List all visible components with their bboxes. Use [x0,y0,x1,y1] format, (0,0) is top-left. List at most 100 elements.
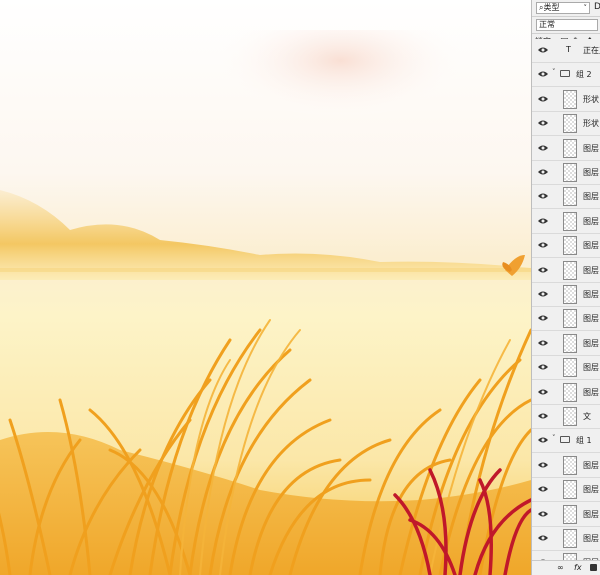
layer-name: 图层 [583,509,599,519]
layer-thumbnail [563,89,577,109]
eye-icon[interactable] [538,95,548,103]
layer-row[interactable]: 图层 [532,453,600,478]
eye-icon[interactable] [538,339,548,347]
layer-thumbnail [563,236,577,256]
layer-name: 组 1 [576,436,592,446]
blend-mode-select[interactable]: 正常 [536,19,598,31]
eye-icon[interactable] [538,290,548,298]
chevron-down-icon: ˅ [583,4,588,12]
layer-row[interactable]: 图层 [532,234,600,259]
layer-name: 图层 [583,338,599,348]
layer-row[interactable]: 图层 [532,185,600,210]
layer-row[interactable]: 图层 [532,478,600,503]
layer-row[interactable]: 图层 [532,209,600,234]
layer-row[interactable]: 图层 [532,258,600,283]
layer-name: 图层 [583,460,599,470]
layer-thumbnail [563,455,577,475]
layer-thumbnail [563,138,577,158]
layer-thumbnail [563,260,577,280]
chevron-down-icon[interactable]: ˅ [552,434,556,442]
layer-row[interactable]: 图层 [532,527,600,551]
layer-row[interactable]: 文 [532,405,600,429]
layers-panel: ⌕类型 ˅ D 正常 锁定: ▣ ✎ ✥ T正在又˅组 2形状形状图层图层图层图… [531,0,600,575]
layer-name: 组 2 [576,70,592,80]
add-mask-icon[interactable] [590,564,597,571]
eye-icon[interactable] [538,70,548,78]
layer-filter-value: 类型 [543,3,560,12]
layer-name: 形状 [583,94,599,104]
layer-thumbnail [563,407,577,426]
eye-icon[interactable] [538,314,548,322]
layer-filter-row: ⌕类型 ˅ D [532,0,600,17]
folder-icon [560,70,570,78]
eye-icon[interactable] [538,46,548,54]
layer-name: 图层 [583,143,599,153]
layer-row[interactable]: 图层 [532,502,600,527]
layer-thumbnail [563,358,577,378]
layer-row[interactable]: T 正在又 [532,39,600,63]
artwork-canvas[interactable] [0,0,531,575]
layer-row[interactable]: 图层 [532,380,600,405]
blend-mode-row: 正常 [532,17,600,34]
eye-icon[interactable] [538,534,548,542]
link-layers-icon[interactable]: ∞ [557,563,564,572]
layer-name: 图层 [583,534,599,543]
layer-thumbnail [563,211,577,231]
layer-thumbnail [563,480,577,500]
layer-thumbnail [563,333,577,353]
layer-row[interactable]: 图层 [532,307,600,332]
eye-icon[interactable] [538,510,548,518]
layer-name: 图层 [583,485,599,495]
layer-row[interactable]: 形状 [532,87,600,112]
eye-icon[interactable] [538,266,548,274]
eye-icon[interactable] [538,412,548,420]
eye-icon[interactable] [538,461,548,469]
eye-icon[interactable] [538,436,548,444]
layer-filter-extra-button[interactable]: D [594,2,600,12]
layer-filter-select[interactable]: ⌕类型 ˅ [536,2,590,14]
layer-name: 文 [583,412,591,421]
layer-thumbnail [563,285,577,304]
autumn-grass-artwork [0,0,531,575]
layer-list: T正在又˅组 2形状形状图层图层图层图层图层图层图层图层图层图层图层文˅组 1图… [532,39,600,575]
eye-icon[interactable] [538,119,548,127]
layer-name: 图层 [583,290,599,299]
eye-icon[interactable] [538,144,548,152]
layer-row[interactable]: 形状 [532,112,600,137]
eye-icon[interactable] [538,192,548,200]
layer-name: 图层 [583,387,599,397]
layer-thumbnail [563,382,577,402]
eye-icon[interactable] [538,241,548,249]
eye-icon[interactable] [538,217,548,225]
layer-row[interactable]: 图层 [532,356,600,381]
layer-name: 图层 [583,168,599,177]
layer-name: 图层 [583,216,599,226]
fx-button[interactable]: fx [574,563,582,572]
folder-icon [560,436,570,444]
eye-icon[interactable] [538,485,548,493]
layer-thumbnail [563,504,577,524]
layer-row[interactable]: 图层 [532,161,600,185]
layers-panel-footer: ∞ fx [532,560,600,575]
eye-icon[interactable] [538,363,548,371]
layer-name: 正在又 [583,46,600,55]
layer-thumbnail [563,187,577,207]
layer-thumbnail [563,529,577,548]
text-layer-icon: T [566,45,571,54]
layer-name: 图层 [583,363,599,373]
eye-icon[interactable] [538,168,548,176]
layer-group-row[interactable]: ˅ 组 2 [532,63,600,88]
layer-group-row[interactable]: ˅ 组 1 [532,429,600,454]
eye-icon[interactable] [538,388,548,396]
layer-name: 图层 [583,192,599,202]
layer-name: 图层 [583,265,599,275]
chevron-down-icon[interactable]: ˅ [552,68,556,76]
layer-name: 图层 [583,314,599,324]
layer-row[interactable]: 图层 [532,136,600,161]
layer-name: 形状 [583,119,599,129]
layer-row[interactable]: 图层 [532,331,600,356]
layer-row[interactable]: 图层 [532,283,600,307]
layer-name: 图层 [583,241,599,251]
layer-thumbnail [563,309,577,329]
layer-thumbnail [563,163,577,182]
